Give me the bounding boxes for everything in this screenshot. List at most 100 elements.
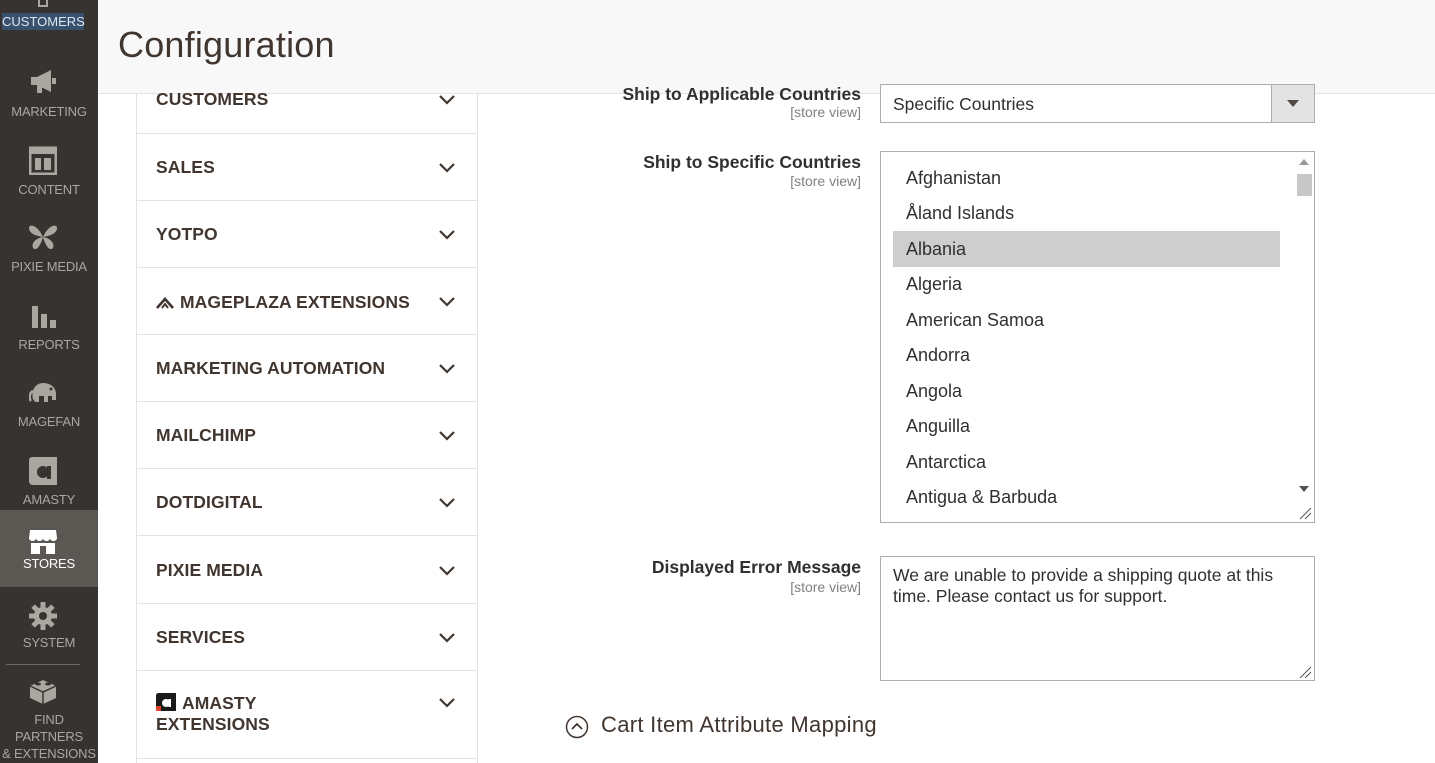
nav-label: STORES — [22, 556, 76, 571]
country-option[interactable]: Afghanistan — [893, 160, 1280, 196]
tab-label: MAGEPLAZA EXTENSIONS — [156, 292, 410, 313]
tab-label: DOTDIGITAL — [156, 492, 263, 512]
nav-item-pixie-media[interactable]: PIXIE MEDIA — [0, 210, 98, 287]
error-message-label: Displayed Error Message — [651, 557, 861, 577]
tab-label: MAILCHIMP — [156, 425, 257, 445]
country-option[interactable]: Åland Islands — [893, 195, 1280, 231]
page-title: Configuration — [118, 24, 335, 65]
tab-label: MARKETING AUTOMATION — [156, 358, 386, 378]
tab-label: PIXIE MEDIA — [156, 560, 264, 580]
elephant-icon — [29, 383, 56, 402]
scrollbar-thumb[interactable] — [1297, 174, 1312, 196]
amasty-logo-icon — [156, 693, 176, 711]
nav-item-marketing[interactable]: MARKETING — [0, 55, 98, 132]
tab-dotdigital[interactable]: DOTDIGITAL — [137, 469, 477, 536]
bar-chart-icon — [32, 306, 56, 328]
country-option[interactable]: Antigua & Barbuda — [893, 479, 1280, 515]
mageplaza-logo-icon — [156, 297, 174, 309]
scroll-up-arrow-icon[interactable] — [1299, 159, 1309, 165]
tab-mageplaza-extensions[interactable]: MAGEPLAZA EXTENSIONS — [137, 268, 477, 335]
chevron-down-icon — [439, 297, 455, 307]
select-value: Specific Countries — [893, 94, 1035, 114]
nav-divider — [6, 664, 80, 665]
country-option[interactable]: Algeria — [893, 266, 1280, 302]
nav-label: REPORTS — [18, 337, 80, 352]
country-option[interactable]: American Samoa — [893, 302, 1280, 338]
nav-item-stores[interactable]: STORES — [0, 510, 98, 587]
caret-down-icon — [1287, 100, 1299, 107]
resize-grip-icon[interactable] — [1298, 506, 1312, 520]
collapse-circle-icon — [565, 715, 589, 739]
tab-label: CUSTOMERS — [156, 89, 269, 109]
butterfly-icon — [29, 225, 57, 250]
select-toggle[interactable] — [1271, 85, 1314, 122]
customers-icon — [38, 0, 48, 7]
lego-block-icon — [29, 680, 57, 704]
nav-label: CONTENT — [18, 182, 80, 197]
admin-sidebar: CUSTOMERS MARKETING CONTENT PIXIE MEDIA … — [0, 0, 98, 763]
chevron-down-icon — [439, 364, 455, 374]
page-header: Configuration — [98, 0, 1435, 94]
chevron-down-icon — [439, 566, 455, 576]
scrollbar[interactable] — [1294, 154, 1312, 520]
tab-label: YOTPO — [156, 224, 218, 244]
tab-mailchimp[interactable]: MAILCHIMP — [137, 402, 477, 469]
tab-label: SALES — [156, 157, 215, 177]
resize-grip-icon[interactable] — [1298, 665, 1312, 679]
tab-label-text: MAGEPLAZA EXTENSIONS — [180, 292, 410, 312]
section-title: Cart Item Attribute Mapping — [601, 712, 877, 737]
chevron-down-icon — [439, 95, 455, 105]
nav-label: SYSTEM — [22, 635, 76, 650]
chevron-down-icon — [439, 431, 455, 441]
country-option[interactable]: Anguilla — [893, 408, 1280, 444]
country-option[interactable]: Antarctica — [893, 444, 1280, 480]
megaphone-icon — [31, 70, 56, 93]
country-option[interactable]: Angola — [893, 373, 1280, 409]
tab-marketing-automation[interactable]: MARKETING AUTOMATION — [137, 335, 477, 402]
tab-services[interactable]: SERVICES — [137, 604, 477, 671]
tab-amasty-extensions[interactable]: AMASTY EXTENSIONS — [137, 671, 477, 759]
applicable-countries-select[interactable]: Specific Countries — [880, 84, 1315, 123]
error-message-textarea[interactable]: We are unable to provide a shipping quot… — [880, 556, 1315, 681]
tab-customers[interactable]: CUSTOMERS — [137, 84, 477, 134]
config-tabs: CUSTOMERS SALES YOTPO MAGEPLAZA EXTENSIO… — [136, 89, 478, 763]
chevron-down-icon — [439, 698, 455, 708]
tab-label-text: AMASTY — [182, 693, 257, 713]
scroll-down-arrow-icon[interactable] — [1299, 486, 1309, 492]
nav-label: MAGEFAN — [17, 414, 81, 429]
tab-yotpo[interactable]: YOTPO — [137, 201, 477, 268]
amasty-icon — [29, 457, 57, 485]
nav-item-magefan[interactable]: MAGEFAN — [0, 365, 98, 442]
nav-item-customers[interactable]: CUSTOMERS — [2, 13, 85, 30]
country-option-selected[interactable]: Albania — [893, 231, 1280, 267]
nav-label: PIXIE MEDIA — [11, 259, 87, 274]
nav-label-line: & EXTENSIONS — [2, 746, 96, 761]
chevron-down-icon — [439, 163, 455, 173]
nav-item-find-partners[interactable]: FIND PARTNERS & EXTENSIONS — [0, 672, 98, 763]
country-option[interactable]: Andorra — [893, 337, 1280, 373]
chevron-down-icon — [439, 230, 455, 240]
chevron-down-icon — [439, 498, 455, 508]
specific-countries-multiselect[interactable]: Afghanistan Åland Islands Albania Algeri… — [880, 151, 1315, 523]
nav-item-system[interactable]: SYSTEM — [0, 597, 98, 674]
tab-label: SERVICES — [156, 627, 245, 647]
scope-label: [store view] — [790, 579, 861, 595]
store-icon — [29, 530, 57, 554]
tab-pixie-media[interactable]: PIXIE MEDIA — [137, 536, 477, 604]
scope-label: [store view] — [790, 104, 861, 120]
tab-label-line: EXTENSIONS — [156, 714, 270, 734]
nav-label: FIND PARTNERS & EXTENSIONS — [0, 711, 98, 762]
nav-item-content[interactable]: CONTENT — [0, 133, 98, 210]
nav-item-reports[interactable]: REPORTS — [0, 288, 98, 365]
gear-icon — [29, 602, 57, 630]
nav-item-amasty[interactable]: AMASTY — [0, 443, 98, 520]
nav-label-line: FIND PARTNERS — [15, 712, 83, 744]
nav-label: AMASTY — [22, 492, 76, 507]
nav-label: MARKETING — [11, 104, 87, 119]
layout-icon — [29, 146, 57, 175]
chevron-down-icon — [439, 633, 455, 643]
scope-label: [store view] — [790, 173, 861, 189]
tab-sales[interactable]: SALES — [137, 134, 477, 201]
tab-label-line: AMASTY — [156, 693, 270, 714]
tab-label: AMASTY EXTENSIONS — [156, 693, 270, 735]
